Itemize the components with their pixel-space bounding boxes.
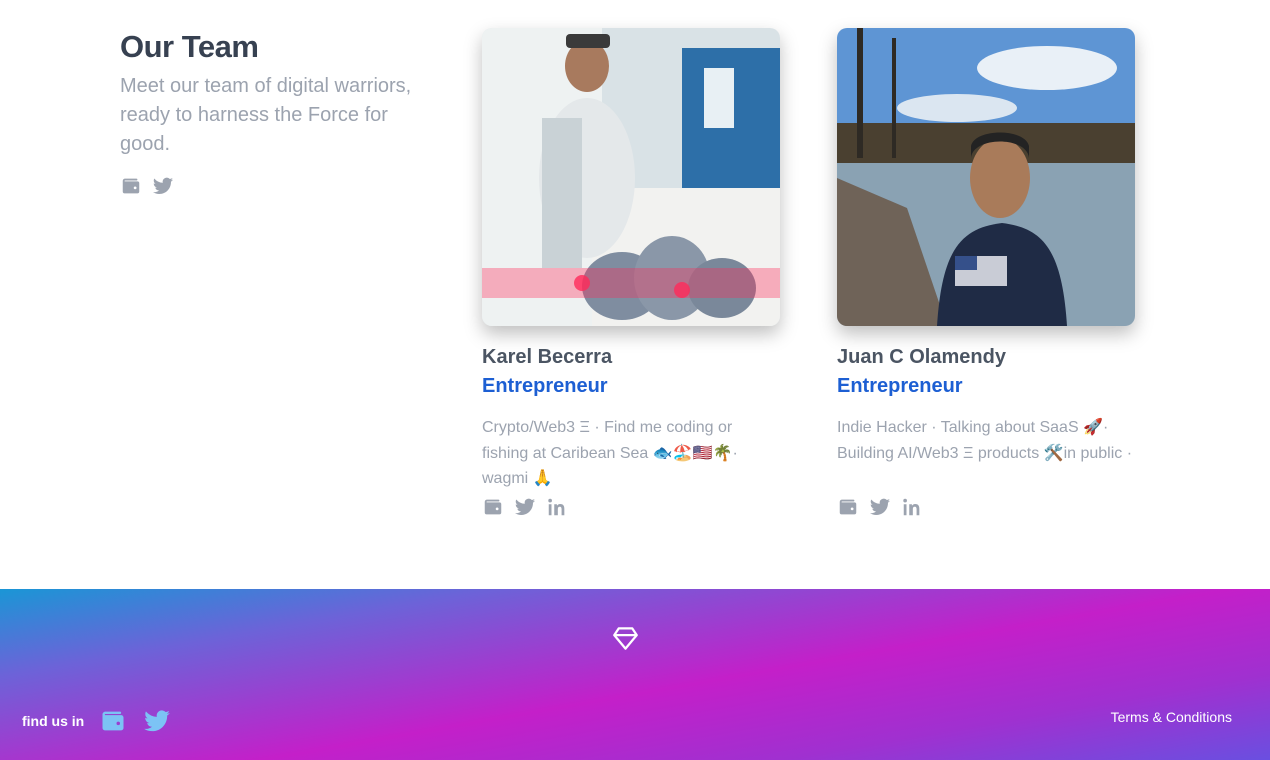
member-name: Juan C Olamendy bbox=[837, 346, 1006, 368]
member-bio: Crypto/Web3 Ξ · Find me coding or fishin… bbox=[482, 419, 738, 487]
page-title: Our Team bbox=[120, 29, 259, 64]
member-social-links bbox=[482, 496, 780, 518]
footer: find us in Terms & Conditions bbox=[0, 589, 1270, 760]
team-intro: Our Team Meet our team of digital warrio… bbox=[120, 28, 440, 197]
member-card: Juan C Olamendy Entrepreneur Indie Hacke… bbox=[837, 28, 1135, 518]
team-subtitle: Meet our team of digital warriors, ready… bbox=[120, 75, 412, 155]
twitter-icon[interactable] bbox=[514, 496, 536, 518]
wallet-icon[interactable] bbox=[837, 496, 859, 518]
wallet-icon[interactable] bbox=[482, 496, 504, 518]
twitter-icon[interactable] bbox=[869, 496, 891, 518]
member-social-links bbox=[837, 496, 1135, 518]
linkedin-icon[interactable] bbox=[546, 496, 568, 518]
wallet-icon[interactable] bbox=[120, 175, 142, 197]
twitter-icon[interactable] bbox=[142, 707, 172, 735]
member-bio: Indie Hacker · Talking about SaaS 🚀· Bui… bbox=[837, 419, 1133, 462]
member-name: Karel Becerra bbox=[482, 346, 613, 368]
member-role: Entrepreneur bbox=[482, 375, 608, 397]
linkedin-icon[interactable] bbox=[901, 496, 923, 518]
diamond-logo-icon[interactable] bbox=[612, 625, 639, 652]
member-photo bbox=[482, 28, 780, 326]
twitter-icon[interactable] bbox=[152, 175, 174, 197]
terms-link[interactable]: Terms & Conditions bbox=[1111, 709, 1232, 725]
find-us-links: find us in bbox=[22, 707, 172, 735]
find-us-label: find us in bbox=[22, 713, 85, 729]
member-photo bbox=[837, 28, 1135, 326]
member-role: Entrepreneur bbox=[837, 375, 963, 397]
team-social-links bbox=[120, 175, 440, 197]
member-card: Karel Becerra Entrepreneur Crypto/Web3 Ξ… bbox=[482, 28, 780, 518]
wallet-icon[interactable] bbox=[98, 707, 128, 735]
